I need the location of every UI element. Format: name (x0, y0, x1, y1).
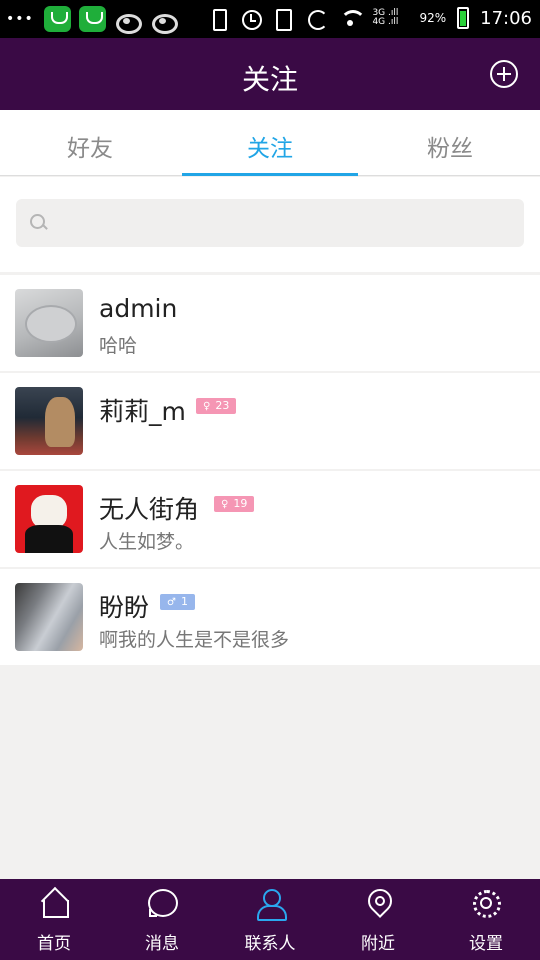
nav-label: 附近 (361, 934, 395, 954)
contact-name: 莉莉_m (99, 397, 186, 426)
cell-signal-icon: 3G .ıll 4G .ıll (372, 8, 399, 27)
nav-messages[interactable]: 消息 (108, 879, 216, 960)
contact-name: admin (99, 294, 178, 323)
alarm-icon (240, 7, 263, 30)
bottom-nav: 首页 消息 联系人 附近 设置 (0, 879, 540, 960)
gender-age-badge: ♀ 23 (196, 398, 237, 414)
search-section (0, 177, 540, 272)
more-notifications-icon: ••• (6, 11, 34, 27)
age-text: 19 (233, 497, 248, 510)
list-item[interactable]: 无人街角 ♀ 19 人生如梦。 (0, 471, 540, 567)
contact-signature: 啊我的人生是不是很多 (99, 629, 290, 651)
female-icon: ♀ (221, 499, 229, 510)
nav-nearby[interactable]: 附近 (324, 879, 432, 960)
list-item[interactable]: 莉莉_m ♀ 23 (0, 373, 540, 469)
data-saver-icon (306, 7, 329, 30)
avatar[interactable] (15, 387, 83, 455)
wifi-icon (339, 7, 367, 29)
tab-fans[interactable]: 粉丝 (360, 110, 540, 175)
settings-gear-icon (471, 888, 501, 918)
male-icon: ♂ (167, 597, 176, 608)
nav-label: 设置 (469, 934, 503, 954)
home-icon (39, 888, 69, 918)
phone-call-icon (273, 7, 295, 31)
contact-name: 盼盼 (99, 593, 150, 622)
shopping-bag-app-icon (79, 6, 106, 32)
list-item[interactable]: admin 哈哈 (0, 275, 540, 371)
avatar[interactable] (15, 583, 83, 651)
location-pin-icon (363, 888, 393, 918)
nav-contacts[interactable]: 联系人 (216, 879, 324, 960)
avatar[interactable] (15, 485, 83, 553)
nav-label: 消息 (145, 934, 179, 954)
avatar[interactable] (15, 289, 83, 357)
message-icon (147, 888, 178, 918)
notification-icons: ••• (6, 6, 178, 34)
weibo-icon (150, 6, 178, 34)
contact-list: admin 哈哈 莉莉_m ♀ 23 无人街角 ♀ 19 人生如梦。 盼盼 ♂ 1 啊… (0, 275, 540, 667)
battery-percent: 92% (419, 11, 447, 25)
clock: 17:06 (480, 7, 532, 29)
nav-label: 首页 (37, 934, 71, 954)
age-text: 1 (180, 595, 188, 608)
gender-age-badge: ♂ 1 (160, 594, 195, 610)
gender-age-badge: ♀ 19 (214, 496, 255, 512)
status-bar: ••• 3G .ıll 4G .ıll 92% 17:06 (0, 0, 540, 38)
page-title: 关注 (241, 63, 298, 96)
weibo-icon (114, 6, 142, 34)
search-icon (30, 214, 48, 232)
contact-signature: 人生如梦。 (99, 531, 195, 553)
app-header: 关注 (0, 38, 540, 110)
list-item[interactable]: 盼盼 ♂ 1 啊我的人生是不是很多 (0, 569, 540, 665)
system-status-icons: 3G .ıll 4G .ıll 92% 17:06 (207, 7, 532, 31)
shopping-bag-app-icon (44, 6, 71, 32)
contacts-icon (255, 888, 287, 921)
vibrate-icon (207, 7, 229, 31)
tab-following[interactable]: 关注 (180, 110, 360, 176)
female-icon: ♀ (203, 401, 211, 412)
tab-bar: 好友 关注 粉丝 (0, 110, 540, 176)
nav-home[interactable]: 首页 (0, 879, 108, 960)
tab-friends[interactable]: 好友 (0, 110, 180, 175)
battery-icon (457, 7, 470, 29)
add-icon[interactable] (490, 60, 518, 88)
search-input[interactable] (16, 199, 524, 247)
nav-settings[interactable]: 设置 (432, 879, 540, 960)
age-text: 23 (215, 399, 230, 412)
nav-label: 联系人 (244, 934, 296, 954)
contact-name: 无人街角 (99, 495, 200, 524)
contact-signature: 哈哈 (99, 335, 138, 357)
